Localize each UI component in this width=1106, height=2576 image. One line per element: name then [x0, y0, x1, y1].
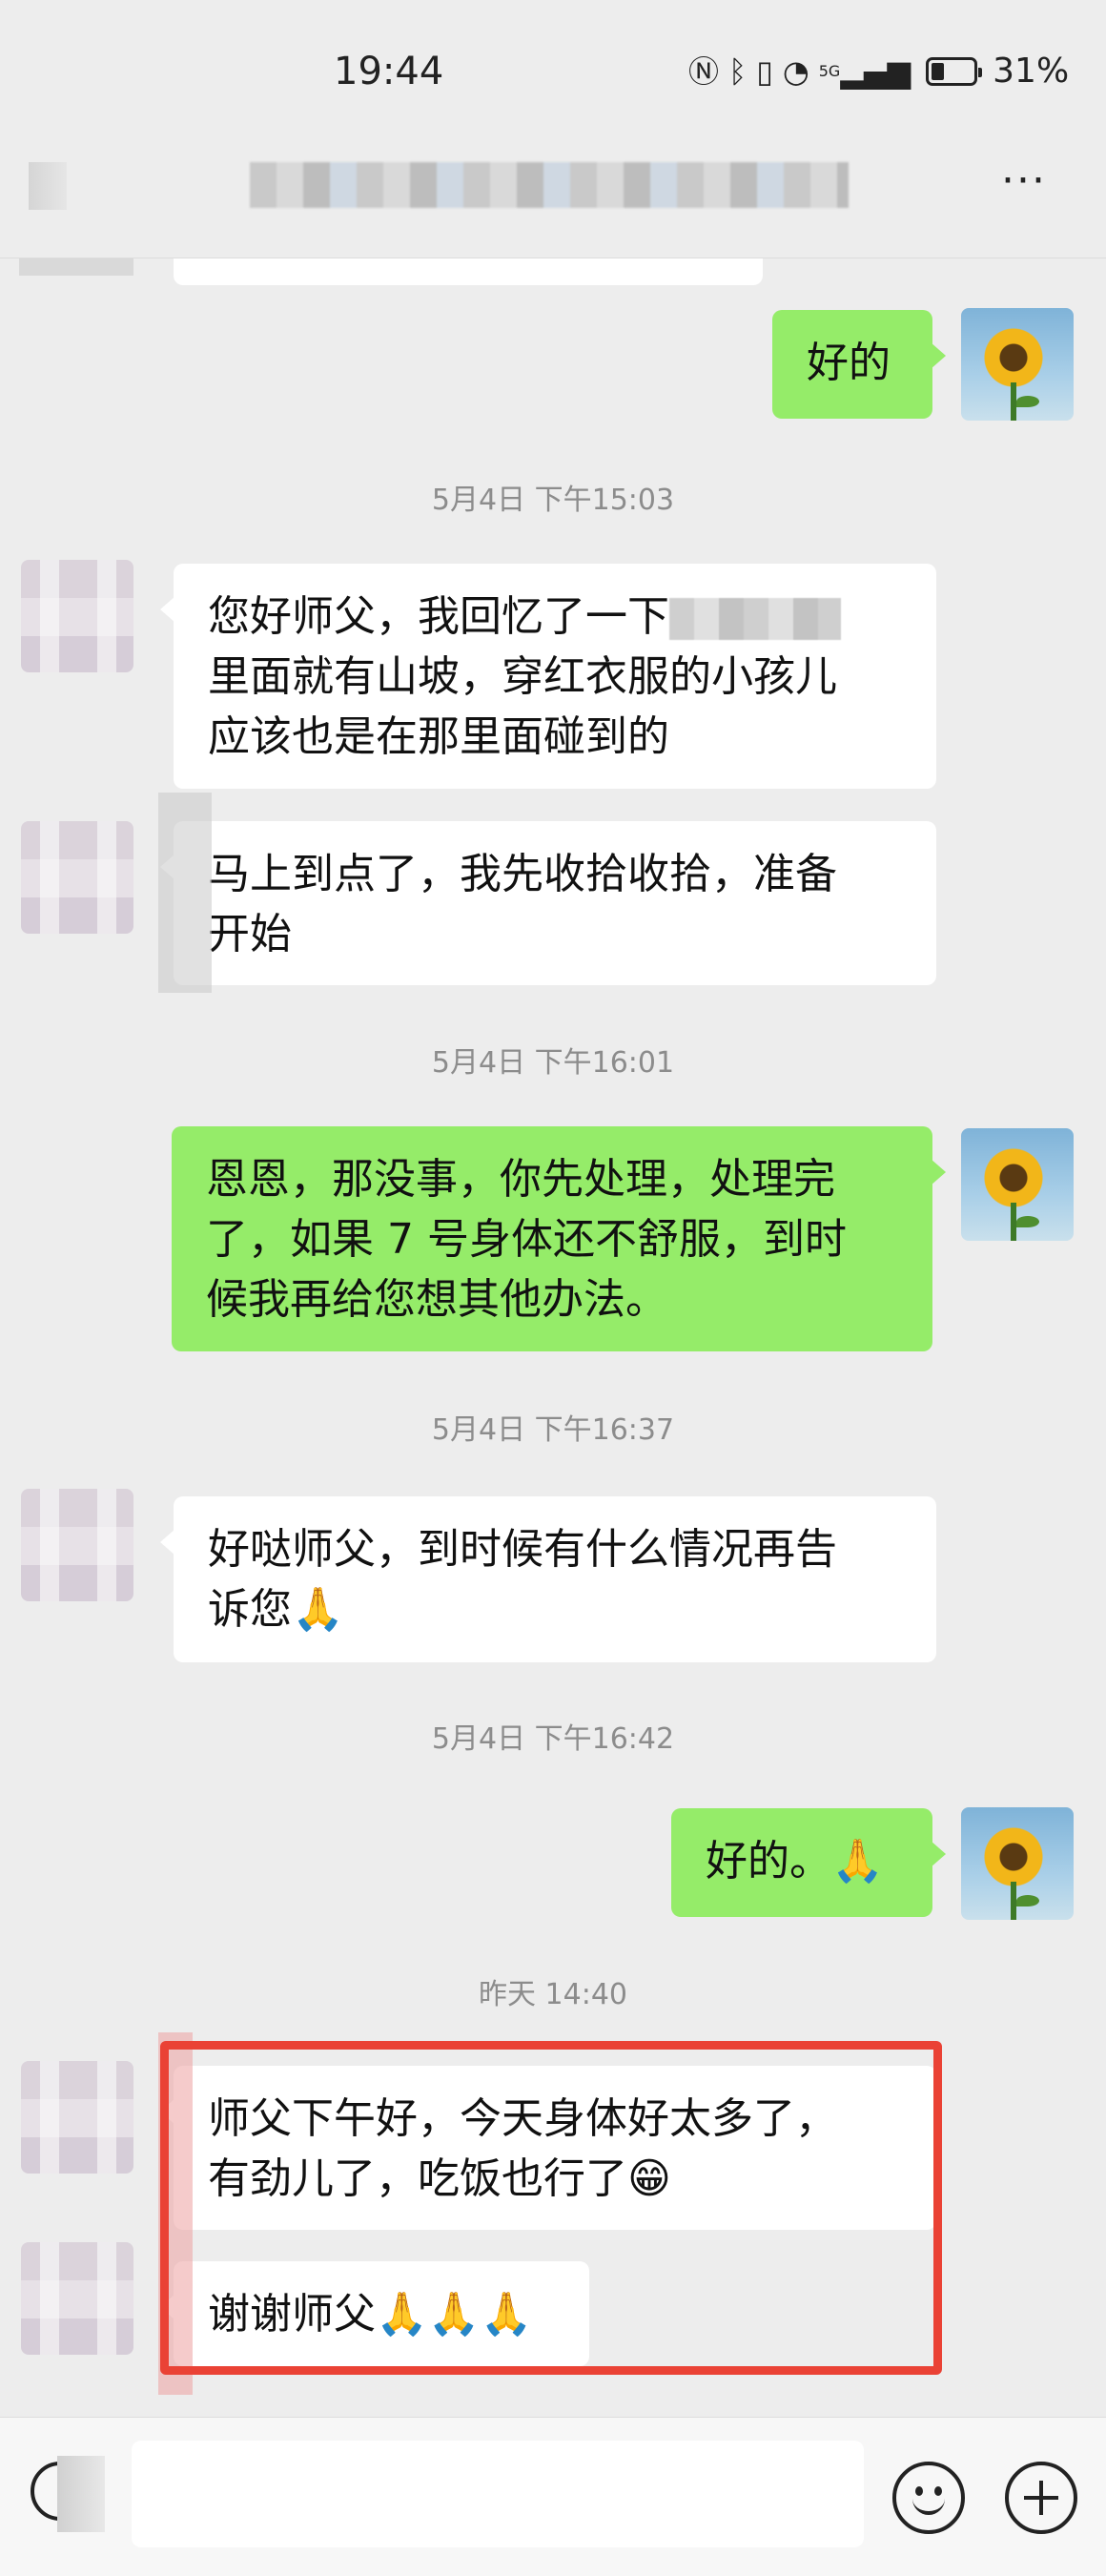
redaction-overlay	[57, 2456, 105, 2532]
partial-message-bubble[interactable]	[174, 258, 763, 285]
nfc-icon: Ⓝ	[688, 52, 720, 90]
signal-5g-icon: 5G▂▄▆	[818, 52, 911, 90]
message-text: 里面就有山坡，穿红衣服的小孩儿	[208, 652, 837, 701]
message-bubble-self[interactable]: 恩恩，那没事，你先处理，处理完 了，如果 7 号身体还不舒服，到时 候我再给您想…	[172, 1126, 946, 1351]
network-label: 5G	[818, 61, 841, 80]
contact-avatar-obscured[interactable]	[21, 1489, 133, 1601]
contact-avatar-obscured[interactable]	[21, 560, 133, 672]
message-input[interactable]	[132, 2441, 864, 2547]
message-text: 好哒师父，到时候有什么情况再告	[208, 1525, 837, 1574]
bluetooth-icon: ᛒ	[728, 52, 748, 90]
back-button-obscured[interactable]	[29, 162, 67, 210]
status-time: 19:44	[334, 50, 444, 93]
chat-header: ···	[0, 143, 1106, 258]
highlight-box	[160, 2041, 942, 2375]
vibrate-icon: ▯	[756, 52, 773, 90]
timestamp: 5月4日 下午16:37	[431, 1413, 675, 1447]
redacted-text	[669, 598, 841, 640]
message-bubble-self[interactable]: 好的。🙏	[671, 1808, 946, 1917]
sunflower-leaf	[1016, 396, 1039, 407]
message-text: 了，如果 7 号身体还不舒服，到时	[206, 1215, 847, 1264]
input-bar	[0, 2417, 1106, 2576]
self-avatar[interactable]	[961, 1807, 1074, 1920]
message-text: 开始	[208, 910, 292, 958]
more-functions-icon[interactable]	[1005, 2462, 1077, 2534]
message-text: 马上到点了，我先收拾收拾，准备	[208, 850, 837, 898]
emoji-mouth	[912, 2494, 945, 2515]
more-options-icon[interactable]: ···	[1001, 160, 1058, 202]
message-text: 应该也是在那里面碰到的	[208, 712, 669, 761]
message-bubble-other[interactable]: 马上到点了，我先收拾收拾，准备 开始	[160, 821, 936, 985]
timestamp: 5月4日 下午16:01	[431, 1046, 675, 1080]
emoji-icon[interactable]	[892, 2462, 965, 2534]
message-text: 您好师父，我回忆了一下	[208, 592, 669, 641]
message-bubble-other[interactable]: 好哒师父，到时候有什么情况再告 诉您🙏	[160, 1496, 936, 1662]
self-avatar[interactable]	[961, 1128, 1074, 1241]
contact-avatar-obscured[interactable]	[21, 2061, 133, 2174]
status-icons: Ⓝ ᛒ ▯ ◔ 5G▂▄▆ 31%	[688, 52, 1069, 91]
status-bar: 19:44 Ⓝ ᛒ ▯ ◔ 5G▂▄▆ 31%	[0, 0, 1106, 143]
message-bubble-self[interactable]: 好的	[772, 310, 946, 419]
wifi-icon: ◔	[782, 52, 809, 90]
sunflower-leaf	[1016, 1216, 1039, 1227]
sunflower-leaf	[1016, 1895, 1039, 1906]
battery-icon	[926, 56, 983, 86]
chat-message-list[interactable]: 好的 5月4日 下午15:03 您好师父，我回忆了一下 里面就有山坡，穿红衣服的…	[0, 258, 1106, 2417]
redaction-overlay	[158, 793, 212, 993]
message-text: 诉您🙏	[208, 1585, 344, 1634]
battery-fill	[932, 62, 945, 80]
battery-text: 31%	[993, 52, 1070, 91]
message-bubble-other[interactable]: 您好师父，我回忆了一下 里面就有山坡，穿红衣服的小孩儿 应该也是在那里面碰到的	[160, 564, 936, 789]
timestamp: 5月4日 下午16:42	[431, 1722, 675, 1756]
self-avatar[interactable]	[961, 308, 1074, 421]
message-text: 候我再给您想其他办法。	[206, 1275, 667, 1324]
chat-title-obscured	[250, 162, 849, 208]
message-text: 好的	[807, 339, 891, 387]
timestamp: 昨天 14:40	[479, 1978, 627, 2011]
message-text: 好的。🙏	[706, 1837, 884, 1886]
timestamp: 5月4日 下午15:03	[431, 484, 675, 517]
contact-avatar-obscured[interactable]	[21, 821, 133, 934]
avatar-obscured	[19, 258, 133, 276]
message-text: 恩恩，那没事，你先处理，处理完	[206, 1155, 835, 1204]
contact-avatar-obscured[interactable]	[21, 2242, 133, 2355]
